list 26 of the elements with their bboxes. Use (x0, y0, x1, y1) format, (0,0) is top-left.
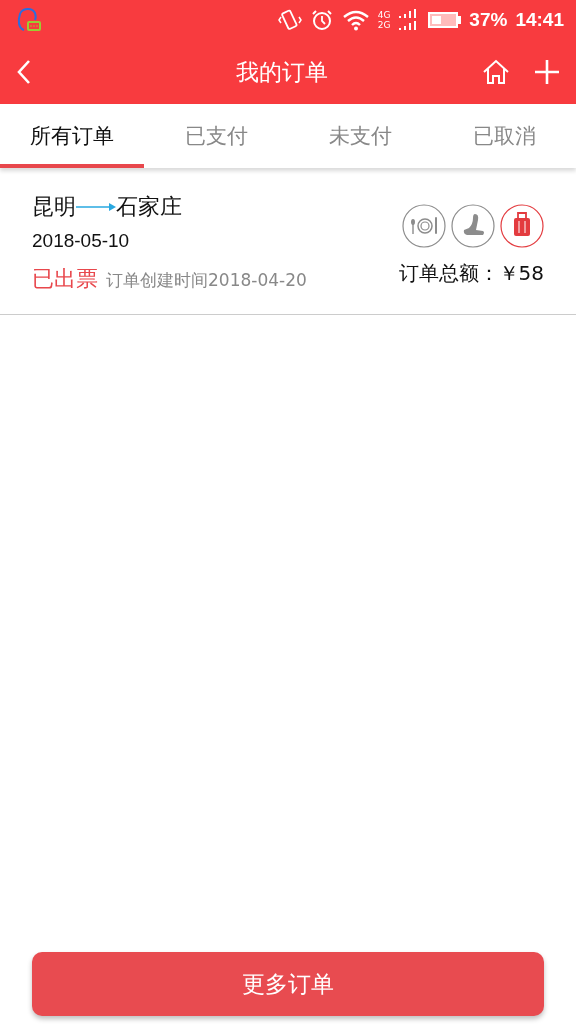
chat-assistant-icon (16, 6, 42, 34)
order-tab[interactable]: 所有订单 (0, 104, 144, 168)
battery-icon (428, 12, 462, 28)
order-created-time: 订单创建时间2018-04-20 (106, 269, 307, 292)
wifi-icon (341, 9, 370, 31)
order-tab[interactable]: 已支付 (144, 104, 288, 168)
back-icon[interactable] (16, 59, 32, 85)
arrival-city: 石家庄 (116, 193, 182, 221)
order-tab[interactable]: 已取消 (432, 104, 576, 168)
order-card[interactable]: 昆明 石家庄 2018-05-10 已出票 订单创建时间2018-04-20 订单总额：￥58 (0, 168, 576, 315)
clock-time: 14:41 (515, 9, 564, 31)
total-label: 订单总额： (398, 260, 499, 287)
vibrate-icon (277, 8, 302, 32)
page-title: 我的订单 (235, 57, 329, 87)
order-tab[interactable]: 未支付 (288, 104, 432, 168)
order-status: 已出票 (32, 265, 98, 293)
home-icon[interactable] (482, 59, 510, 85)
departure-city: 昆明 (32, 193, 76, 221)
route-arrow-icon (76, 202, 116, 212)
battery-percent: 37% (469, 9, 508, 31)
more-orders-button[interactable]: 更多订单 (32, 952, 544, 1016)
total-amount: ￥58 (498, 260, 544, 287)
network-type: 2G (377, 20, 391, 30)
add-icon[interactable] (534, 59, 560, 85)
travel-date: 2018-05-10 (32, 230, 131, 252)
network-type: 4G (377, 10, 391, 20)
